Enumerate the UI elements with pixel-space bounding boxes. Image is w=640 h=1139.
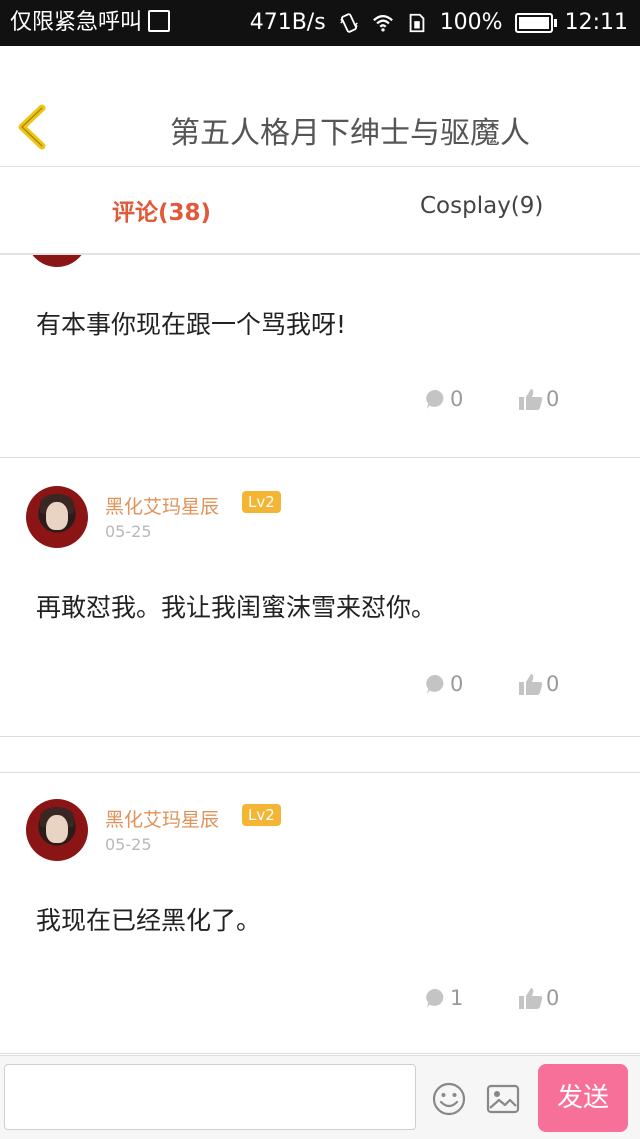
like-button[interactable]: 0 <box>518 986 559 1010</box>
wifi-icon <box>372 15 393 32</box>
comment-text: 有本事你现在跟一个骂我呀! <box>36 310 347 339</box>
sim-icon <box>409 13 425 33</box>
reply-button[interactable]: 0 <box>424 672 463 696</box>
comment-composer: 发送 <box>0 1055 640 1139</box>
picture-icon <box>486 1084 520 1114</box>
image-button[interactable] <box>486 1083 520 1115</box>
reply-count: 0 <box>450 672 464 696</box>
comment-icon <box>426 988 444 1008</box>
battery-icon <box>514 13 557 33</box>
reply-button[interactable]: 1 <box>424 986 463 1010</box>
reply-count: 1 <box>450 986 464 1010</box>
clock: 12:11 <box>564 10 628 35</box>
status-right: 471B/s 100% 12:11 <box>250 8 628 38</box>
carrier-text: 仅限紧急呼叫 <box>10 10 143 35</box>
username[interactable]: 黑化艾玛星辰 <box>105 492 219 519</box>
battery-percent: 100% <box>439 10 503 35</box>
comment-date: 05-25 <box>105 835 152 854</box>
avatar[interactable] <box>26 799 88 861</box>
username[interactable]: 黑化艾玛星辰 <box>105 805 219 832</box>
app-header: 第五人格月下绅士与驱魔人 <box>0 46 640 167</box>
tab-bar: 评论(38) Cosplay(9) <box>0 167 640 255</box>
comment-icon <box>426 389 444 409</box>
network-speed: 471B/s <box>249 10 326 35</box>
comment-text: 再敢怼我。我让我闺蜜沫雪来怼你。 <box>36 593 437 622</box>
tab-cosplay[interactable]: Cosplay(9) <box>420 193 543 219</box>
divider-gap <box>0 737 640 773</box>
vibrate-icon <box>339 13 358 33</box>
comment-card: 黑化艾玛星辰 Lv2 05-25 我现在已经黑化了。 1 0 <box>0 773 640 1054</box>
like-button[interactable]: 0 <box>518 672 559 696</box>
status-left: 仅限紧急呼叫 <box>10 8 171 38</box>
comment-card: 05-25 有本事你现在跟一个骂我呀! 0 0 <box>0 255 640 458</box>
tab-comments[interactable]: 评论(38) <box>112 193 211 227</box>
avatar[interactable] <box>26 486 88 548</box>
level-badge: Lv2 <box>242 491 281 513</box>
thumbs-up-icon <box>519 988 543 1009</box>
comment-icon <box>426 674 444 694</box>
thumbs-up-icon <box>519 389 543 410</box>
send-button[interactable]: 发送 <box>538 1064 628 1132</box>
avatar[interactable] <box>26 255 88 267</box>
comment-feed[interactable]: 05-25 有本事你现在跟一个骂我呀! 0 0 黑化艾玛星辰 Lv2 05-25… <box>0 255 640 1055</box>
comment-card: 黑化艾玛星辰 Lv2 05-25 再敢怼我。我让我闺蜜沫雪来怼你。 0 0 <box>0 458 640 737</box>
like-button[interactable]: 0 <box>518 387 559 411</box>
image-icon <box>148 10 171 32</box>
level-badge: Lv2 <box>242 804 281 826</box>
page-title: 第五人格月下绅士与驱魔人 <box>170 116 530 151</box>
thumbs-up-icon <box>519 674 543 695</box>
status-bar: 仅限紧急呼叫 471B/s 100% 12:11 <box>0 0 640 46</box>
comment-date: 05-25 <box>105 522 152 541</box>
emoji-button[interactable] <box>432 1082 466 1116</box>
like-count: 0 <box>546 672 560 696</box>
reply-count: 0 <box>450 387 464 411</box>
like-count: 0 <box>546 387 560 411</box>
reply-button[interactable]: 0 <box>424 387 463 411</box>
comment-text: 我现在已经黑化了。 <box>36 906 262 935</box>
comment-input[interactable] <box>4 1064 416 1130</box>
like-count: 0 <box>546 986 560 1010</box>
emoji-icon <box>432 1082 466 1116</box>
